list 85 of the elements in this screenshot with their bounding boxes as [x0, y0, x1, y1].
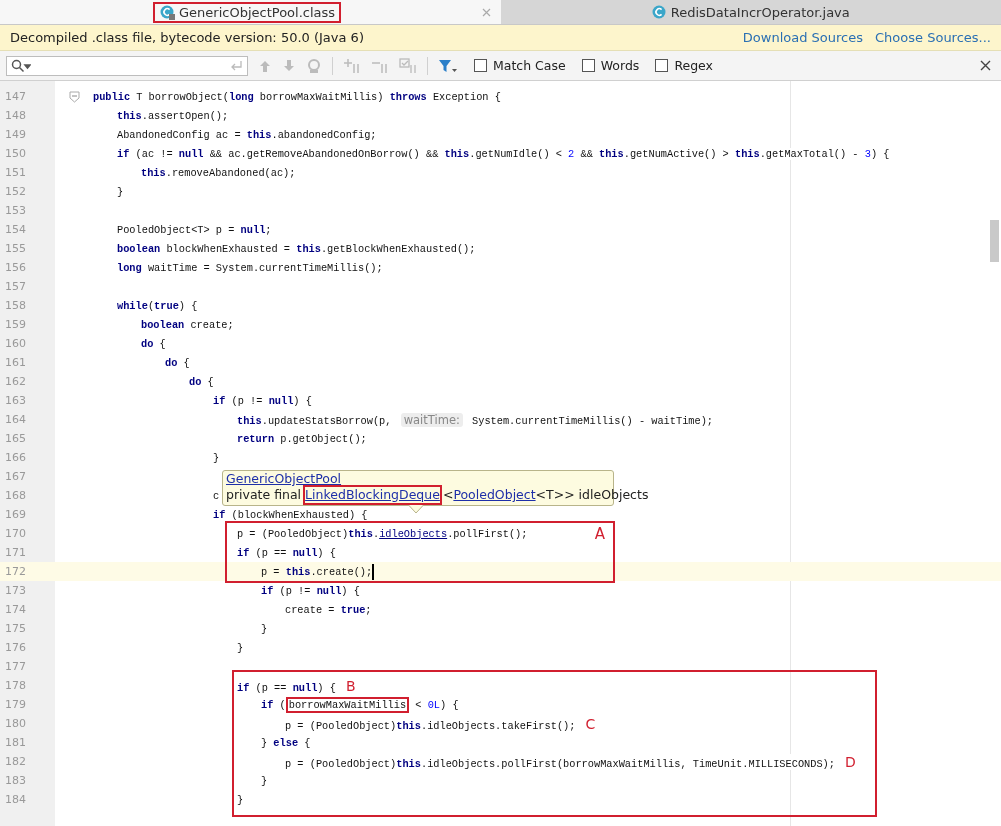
line-number: 153 [4, 204, 27, 217]
parameter-hint: waitTime: [400, 412, 463, 427]
arrow-up-icon[interactable] [258, 58, 272, 73]
line-number: 171 [4, 546, 27, 559]
annotation-letter: B [345, 677, 356, 694]
code-text: < 0L) { [414, 698, 459, 711]
line-number: 167 [4, 470, 27, 483]
class-file-icon [651, 4, 667, 20]
signature-text: <T>> idleObjects [535, 487, 649, 503]
line-number: 175 [4, 622, 27, 635]
line-number: 179 [4, 698, 27, 711]
line-number: 160 [4, 337, 27, 350]
line-number: 181 [4, 736, 27, 749]
line-number: 178 [4, 679, 27, 692]
file-tab[interactable]: GenericObjectPool.class [0, 0, 501, 24]
banner-text: Decompiled .class file, bytecode version: 50.0 (Java 6) [10, 30, 364, 45]
scrollbar-thumb[interactable] [990, 220, 999, 262]
line-number: 177 [4, 660, 27, 673]
line-number: 166 [4, 451, 27, 464]
banner-link[interactable]: Download Sources [742, 30, 864, 45]
line-number: 165 [4, 432, 27, 445]
line-number: 147 [4, 90, 27, 103]
line-number: 150 [4, 147, 27, 160]
highlighted-code: borrowMaxWaitMillis [285, 696, 410, 713]
line-number: 176 [4, 641, 27, 654]
annotation-letter: C [585, 715, 596, 732]
code-editor[interactable] [0, 81, 1001, 826]
line-number: 180 [4, 717, 27, 730]
line-number: 159 [4, 318, 27, 331]
filter-icon[interactable] [438, 57, 458, 74]
line-number: 156 [4, 261, 27, 274]
code-text: if ( [261, 698, 286, 711]
file-tab[interactable]: RedisDataIncrOperator.java [500, 0, 1001, 24]
find-occurrences-icon[interactable] [306, 57, 322, 74]
line-number: 184 [4, 793, 27, 806]
line-number: 163 [4, 394, 27, 407]
line-number: 148 [4, 109, 27, 122]
enter-icon [229, 59, 243, 72]
code-text: p = (PooledObject)this.idleObjects.pollFirst(borrowMaxWaitMillis, TimeUnit.MILLISECONDS); [285, 757, 835, 770]
line-number: 169 [4, 508, 27, 521]
fold-icon[interactable] [68, 90, 80, 103]
line-number: 162 [4, 375, 27, 388]
signature-text: private final [226, 487, 302, 503]
line-number: 152 [4, 185, 27, 198]
line-number: 164 [4, 413, 27, 426]
line-number: 172 [4, 565, 27, 578]
option-checkbox[interactable]: Regex [655, 58, 713, 73]
close-icon[interactable] [980, 60, 991, 71]
line-number: 154 [4, 223, 27, 236]
annotation-letter: D [844, 753, 856, 770]
arrow-down-icon[interactable] [282, 58, 296, 73]
line-number: 168 [4, 489, 27, 502]
line-number: 151 [4, 166, 27, 179]
line-number: 183 [4, 774, 27, 787]
class-link[interactable]: GenericObjectPool [226, 471, 342, 486]
line-number: 170 [4, 527, 27, 540]
signature-text: < [442, 487, 454, 503]
code-link[interactable]: idleObjects [379, 527, 448, 540]
code-text: p = (PooledObject)this. [237, 527, 380, 540]
line-number: 173 [4, 584, 27, 597]
option-checkbox[interactable]: Words [581, 58, 640, 73]
line-number: 149 [4, 128, 27, 141]
annotation-letter: A [594, 525, 605, 543]
code-text: System.currentTimeMillis() - waitTime); [471, 414, 714, 427]
code-text: p = (PooledObject)this.idleObjects.takeFirst(); [285, 719, 576, 732]
code-text: .pollFirst(); [447, 527, 528, 540]
tooltip-pointer [408, 505, 424, 514]
search-field[interactable] [6, 55, 248, 76]
code-text: this.updateStatsBorrow(p, [237, 414, 393, 427]
line-number: 161 [4, 356, 27, 369]
search-icon [11, 58, 31, 73]
type-link[interactable]: PooledObject [453, 487, 536, 503]
line-number: 157 [4, 280, 27, 293]
line-number: 155 [4, 242, 27, 255]
type-link[interactable]: LinkedBlockingDeque [305, 487, 440, 503]
class-file-icon [160, 4, 175, 20]
select-all-icon[interactable] [399, 57, 417, 74]
option-checkbox[interactable]: Match Case [474, 58, 566, 73]
code-text: if (p == null) { [237, 681, 336, 694]
add-selection-icon[interactable] [343, 57, 361, 74]
line-number: 182 [4, 755, 27, 768]
text-cursor [372, 563, 375, 580]
banner-link[interactable]: Choose Sources... [875, 30, 991, 45]
line-number: 174 [4, 603, 27, 616]
line-number: 158 [4, 299, 27, 312]
